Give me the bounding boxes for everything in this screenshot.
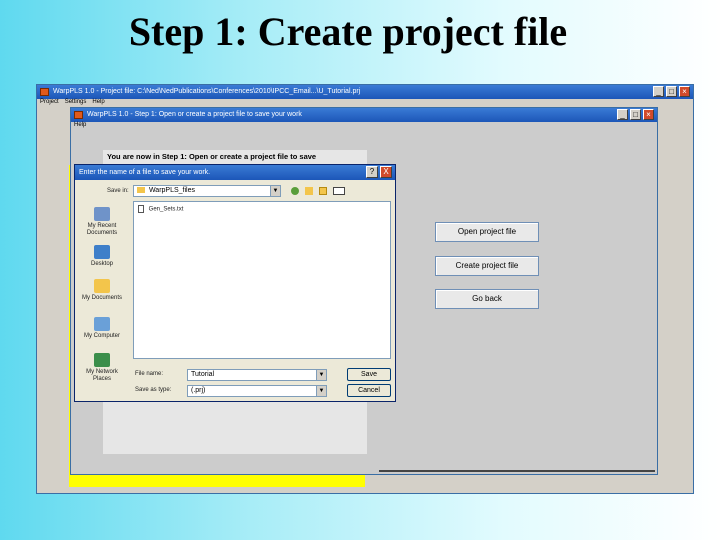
chevron-down-icon[interactable]: ▼ — [316, 386, 326, 396]
folder-icon — [137, 187, 145, 194]
step1-bottom-line — [379, 470, 655, 472]
save-in-label: Save in: — [107, 188, 129, 194]
save-in-value: WarpPLS_files — [148, 187, 195, 194]
close-button[interactable]: X — [380, 166, 392, 178]
maximize-button[interactable]: □ — [666, 86, 677, 97]
go-back-button[interactable]: Go back — [435, 289, 539, 309]
warppls-app-icon — [40, 88, 49, 96]
places-my-network-places[interactable]: My Network Places — [77, 353, 127, 383]
save-button[interactable]: Save — [347, 368, 391, 381]
minimize-button[interactable]: _ — [617, 109, 628, 120]
places-my-documents[interactable]: My Documents — [77, 279, 127, 302]
back-icon[interactable] — [291, 187, 299, 195]
views-menu-icon[interactable] — [333, 187, 345, 195]
my-computer-icon — [94, 317, 110, 331]
save-dialog-title: Enter the name of a file to save your wo… — [79, 169, 211, 176]
open-project-file-button[interactable]: Open project file — [435, 222, 539, 242]
menu-item-help[interactable]: Help — [74, 122, 86, 131]
minimize-button[interactable]: _ — [653, 86, 664, 97]
main-window-title: WarpPLS 1.0 - Project file: C:\Ned\NedPu… — [53, 88, 361, 95]
step1-menubar: Help — [71, 122, 657, 131]
warppls-app-icon — [74, 111, 83, 119]
network-places-icon — [94, 353, 110, 367]
step1-window-title: WarpPLS 1.0 - Step 1: Open or create a p… — [87, 111, 302, 118]
menu-item-project[interactable]: Project — [40, 99, 59, 108]
save-file-dialog: Enter the name of a file to save your wo… — [74, 164, 396, 402]
chevron-down-icon[interactable]: ▼ — [316, 370, 326, 380]
cancel-button[interactable]: Cancel — [347, 384, 391, 397]
save-as-type-dropdown[interactable]: (.prj) ▼ — [187, 385, 327, 397]
create-project-file-button[interactable]: Create project file — [435, 256, 539, 276]
text-file-icon — [138, 205, 144, 213]
my-documents-icon — [94, 279, 110, 293]
chevron-down-icon[interactable]: ▼ — [270, 186, 280, 196]
save-as-type-label: Save as type: — [135, 387, 172, 393]
save-in-dropdown[interactable]: WarpPLS_files ▼ — [133, 185, 281, 197]
places-desktop[interactable]: Desktop — [77, 245, 127, 268]
instruction-text: You are now in Step 1: Open or create a … — [107, 152, 317, 161]
file-name-label: File name: — [135, 371, 164, 377]
list-item[interactable]: Gen_Sets.txt — [134, 202, 390, 216]
desktop-icon — [94, 245, 110, 259]
up-folder-icon[interactable] — [305, 187, 313, 195]
file-list[interactable]: Gen_Sets.txt — [133, 201, 391, 359]
maximize-button[interactable]: □ — [630, 109, 641, 120]
new-folder-icon[interactable] — [319, 187, 327, 195]
help-button[interactable]: ? — [366, 166, 378, 178]
slide-title: Step 1: Create project file — [128, 9, 568, 54]
places-bar: My Recent Documents Desktop My Documents… — [77, 201, 131, 397]
file-name-input[interactable]: Tutorial ▼ — [187, 369, 327, 381]
places-my-computer[interactable]: My Computer — [77, 317, 127, 340]
close-button[interactable]: × — [679, 86, 690, 97]
places-my-recent-documents[interactable]: My Recent Documents — [77, 207, 127, 237]
main-window-titlebar[interactable]: WarpPLS 1.0 - Project file: C:\Ned\NedPu… — [37, 85, 693, 99]
save-dialog-titlebar[interactable]: Enter the name of a file to save your wo… — [75, 165, 395, 180]
step1-window-titlebar[interactable]: WarpPLS 1.0 - Step 1: Open or create a p… — [71, 108, 657, 122]
close-button[interactable]: × — [643, 109, 654, 120]
recent-documents-icon — [94, 207, 110, 221]
